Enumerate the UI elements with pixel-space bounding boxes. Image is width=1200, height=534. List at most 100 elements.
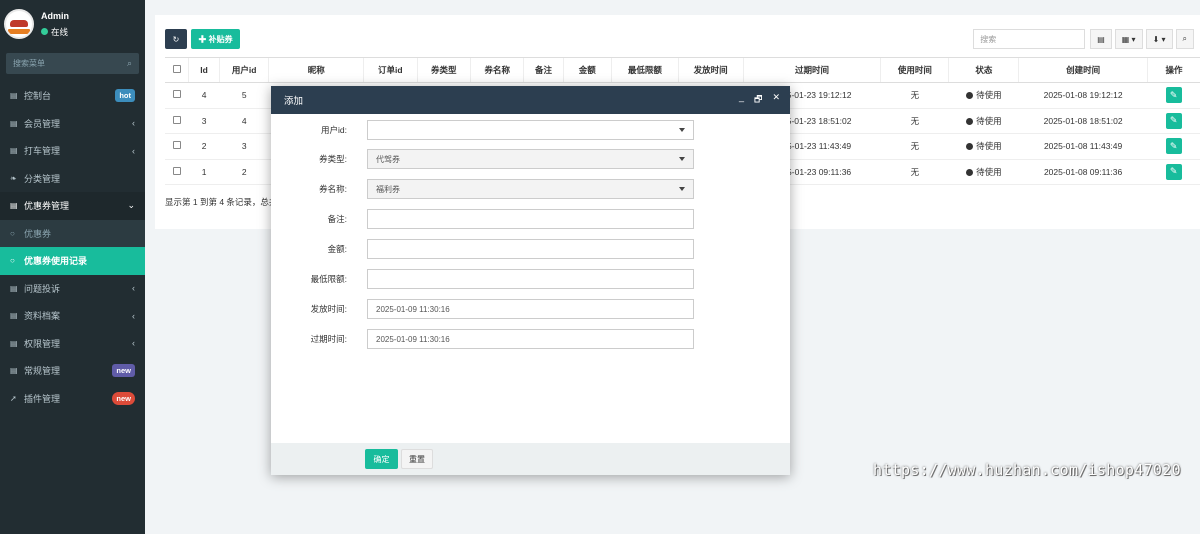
col-header[interactable]: 过期时间 — [742, 57, 881, 83]
search-icon[interactable]: ⌕ — [127, 58, 132, 69]
edit-icon[interactable]: ✎ — [1165, 112, 1182, 129]
list-icon: ▤ — [10, 283, 18, 293]
coupon-name-select[interactable]: 福利券 — [367, 179, 694, 199]
cell-user-id: 2 — [219, 159, 269, 185]
rocket-icon: ➚ — [10, 393, 17, 403]
cell-status: 待使用 — [948, 159, 1019, 185]
col-header[interactable]: 用户id — [219, 57, 269, 83]
toggle-view-button[interactable]: ▤ — [1090, 29, 1112, 49]
col-header[interactable]: 订单id — [363, 57, 418, 83]
field-label: 用户id: — [321, 125, 347, 135]
sidebar-item-archives[interactable]: ▤ 资料档案 ‹ — [0, 302, 145, 330]
refresh-button[interactable]: ↻ — [165, 29, 187, 49]
edit-icon[interactable]: ✎ — [1165, 138, 1182, 155]
chevron-left-icon: ‹ — [132, 145, 135, 156]
col-header[interactable]: 状态 — [948, 57, 1019, 83]
col-header[interactable]: 昵称 — [268, 57, 364, 83]
col-header[interactable]: 券类型 — [416, 57, 471, 83]
caret-down-icon — [679, 187, 685, 191]
cell-created: 2025-01-08 11:43:49 — [1018, 133, 1148, 160]
dialog-header[interactable]: 添加 _ 🗗 ✕ — [271, 86, 790, 114]
sidebar-item-coupon-manage[interactable]: ▤ 优惠券管理 ⌄ — [0, 192, 145, 220]
cell-created: 2025-01-08 18:51:02 — [1018, 108, 1148, 134]
chevron-down-icon: ⌄ — [127, 200, 135, 211]
list-icon: ▤ — [10, 311, 18, 321]
cell-used: 无 — [880, 159, 949, 185]
form-row-user-id: 用户id: — [271, 120, 790, 140]
sidebar-item-taxi[interactable]: ▤ 打车管理 ‹ — [0, 137, 145, 165]
sidebar-item-plugins[interactable]: ➚ 插件管理 new — [0, 385, 145, 413]
table-toolbar: ↻ ✚ 补贴券 — [165, 29, 240, 49]
field-label: 备注: — [327, 214, 347, 224]
circle-icon: ○ — [10, 256, 15, 266]
status-dot-icon — [966, 168, 974, 176]
row-checkbox[interactable] — [172, 90, 181, 99]
add-coupon-button[interactable]: ✚ 补贴券 — [191, 29, 240, 49]
reset-button[interactable]: 重置 — [401, 449, 433, 469]
field-label: 券类型: — [319, 154, 347, 164]
user-status: 在线 — [41, 26, 69, 38]
avatar[interactable] — [4, 9, 34, 39]
maximize-icon[interactable]: 🗗 — [754, 92, 762, 108]
close-icon[interactable]: ✕ — [772, 92, 780, 108]
new-badge: new — [112, 364, 135, 378]
col-header[interactable]: 发放时间 — [677, 57, 744, 83]
online-dot-icon — [41, 28, 48, 35]
amount-input[interactable] — [367, 239, 694, 259]
sidebar-item-category[interactable]: ❧ 分类管理 — [0, 165, 145, 193]
advanced-search-button[interactable]: ⌕ — [1175, 29, 1194, 49]
sidebar-item-complaints[interactable]: ▤ 问题投诉 ‹ — [0, 275, 145, 303]
col-header[interactable]: 创建时间 — [1018, 57, 1148, 83]
cell-user-id: 3 — [219, 133, 269, 160]
col-header[interactable]: 券名称 — [469, 57, 524, 83]
sidebar: Admin 在线 ⌕ ▤ 控制台 hot ▤ 会员管理 ‹ ▤ 打车管理 ‹ ❧… — [0, 0, 145, 534]
col-header[interactable]: 最低限额 — [610, 57, 679, 83]
col-header[interactable]: 金额 — [562, 57, 612, 83]
select-all-cell[interactable] — [165, 57, 189, 83]
minimize-icon[interactable]: _ — [739, 92, 744, 108]
sidebar-search-input[interactable] — [13, 59, 113, 68]
remark-input[interactable] — [367, 209, 694, 229]
hot-badge: hot — [115, 89, 135, 103]
field-label: 金额: — [327, 244, 347, 254]
col-header[interactable]: 使用时间 — [880, 57, 949, 83]
list-icon: ▤ — [10, 146, 18, 156]
expire-time-input[interactable]: 2025-01-09 11:30:16 — [367, 329, 694, 349]
field-label: 过期时间: — [310, 334, 347, 344]
form-row-remark: 备注: — [271, 209, 790, 229]
col-header[interactable]: 备注 — [523, 57, 564, 83]
cell-used: 无 — [880, 108, 949, 134]
dialog-footer: 确定 重置 — [271, 443, 790, 475]
row-checkbox[interactable] — [172, 166, 181, 175]
min-amount-input[interactable] — [367, 269, 694, 289]
columns-button[interactable]: ▦ ▾ — [1114, 29, 1143, 49]
issue-time-input[interactable]: 2025-01-09 11:30:16 — [367, 299, 694, 319]
cell-status: 待使用 — [948, 82, 1019, 109]
field-label: 最低限额: — [310, 274, 347, 284]
add-dialog: 添加 _ 🗗 ✕ 用户id: 券类型: 代驾券 券名称: 福利券 备注: 金额:… — [271, 86, 790, 475]
sidebar-item-general[interactable]: ▤ 常规管理 new — [0, 357, 145, 385]
sidebar-search[interactable]: ⌕ — [6, 53, 139, 74]
sidebar-item-permissions[interactable]: ▤ 权限管理 ‹ — [0, 330, 145, 358]
coupon-type-select[interactable]: 代驾券 — [367, 149, 694, 169]
col-header: 操作 — [1146, 57, 1200, 83]
form-row-coupon-type: 券类型: 代驾券 — [271, 149, 790, 169]
edit-icon[interactable]: ✎ — [1165, 163, 1182, 180]
sidebar-item-dashboard[interactable]: ▤ 控制台 hot — [0, 82, 145, 110]
status-dot-icon — [966, 117, 974, 125]
export-button[interactable]: ⬇ ▾ — [1145, 29, 1173, 49]
cell-used: 无 — [880, 82, 949, 109]
user-id-select[interactable] — [367, 120, 694, 140]
sidebar-item-members[interactable]: ▤ 会员管理 ‹ — [0, 110, 145, 138]
confirm-button[interactable]: 确定 — [365, 449, 398, 469]
sidebar-item-coupon-records[interactable]: ○ 优惠券使用记录 — [0, 247, 145, 275]
select-all-checkbox[interactable] — [172, 65, 181, 73]
row-checkbox[interactable] — [172, 115, 181, 124]
sidebar-item-coupon[interactable]: ○ 优惠券 — [0, 219, 145, 247]
cell-status: 待使用 — [948, 108, 1019, 134]
cell-user-id: 4 — [219, 108, 269, 134]
edit-icon[interactable]: ✎ — [1165, 87, 1182, 104]
col-header[interactable]: Id — [188, 57, 220, 83]
table-search-input[interactable] — [973, 29, 1086, 49]
row-checkbox[interactable] — [172, 141, 181, 150]
